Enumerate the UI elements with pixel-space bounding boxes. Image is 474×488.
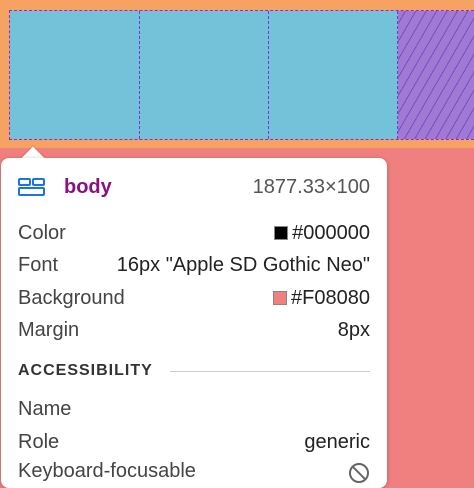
margin-label: Margin	[18, 319, 80, 341]
element-tag: body	[64, 176, 112, 198]
a11y-keyboard-label: Keyboard-focusable	[18, 460, 196, 482]
color-swatch	[274, 226, 289, 240]
background-value: #F08080	[273, 287, 370, 310]
a11y-keyboard-row: Keyboard-focusable	[18, 456, 370, 486]
a11y-role-label: Role	[18, 431, 60, 453]
flex-item-overlay	[10, 11, 140, 139]
a11y-name-label: Name	[18, 398, 72, 420]
background-row: Background #F08080	[18, 283, 370, 313]
margin-row: Margin 8px	[18, 315, 370, 345]
margin-value: 8px	[337, 319, 370, 341]
flex-free-space-overlay	[398, 11, 474, 139]
a11y-name-row: Name	[18, 394, 370, 424]
background-swatch	[273, 291, 288, 305]
a11y-role-row: Role generic	[18, 427, 370, 457]
background-label: Background	[18, 287, 125, 309]
font-value: 16px "Apple SD Gothic Neo"	[116, 254, 370, 276]
color-row: Color #000000	[18, 218, 370, 248]
color-label: Color	[18, 222, 66, 244]
flex-item-overlay	[269, 11, 398, 139]
font-row: Font 16px "Apple SD Gothic Neo"	[18, 250, 370, 280]
color-value: #000000	[274, 222, 370, 245]
element-dimensions: 1877.33×100	[252, 176, 370, 198]
flex-container-overlay	[9, 10, 474, 140]
a11y-role-value: generic	[304, 431, 370, 453]
section-divider	[170, 371, 370, 372]
not-allowed-icon	[349, 463, 369, 483]
accessibility-section-title: ACCESSIBILITY	[18, 362, 153, 379]
inspect-tooltip: body 1877.33×100 Color #000000 Font 16px…	[1, 158, 387, 488]
font-label: Font	[18, 254, 59, 276]
flex-layout-icon	[18, 178, 45, 196]
flex-item-overlay	[140, 11, 269, 139]
